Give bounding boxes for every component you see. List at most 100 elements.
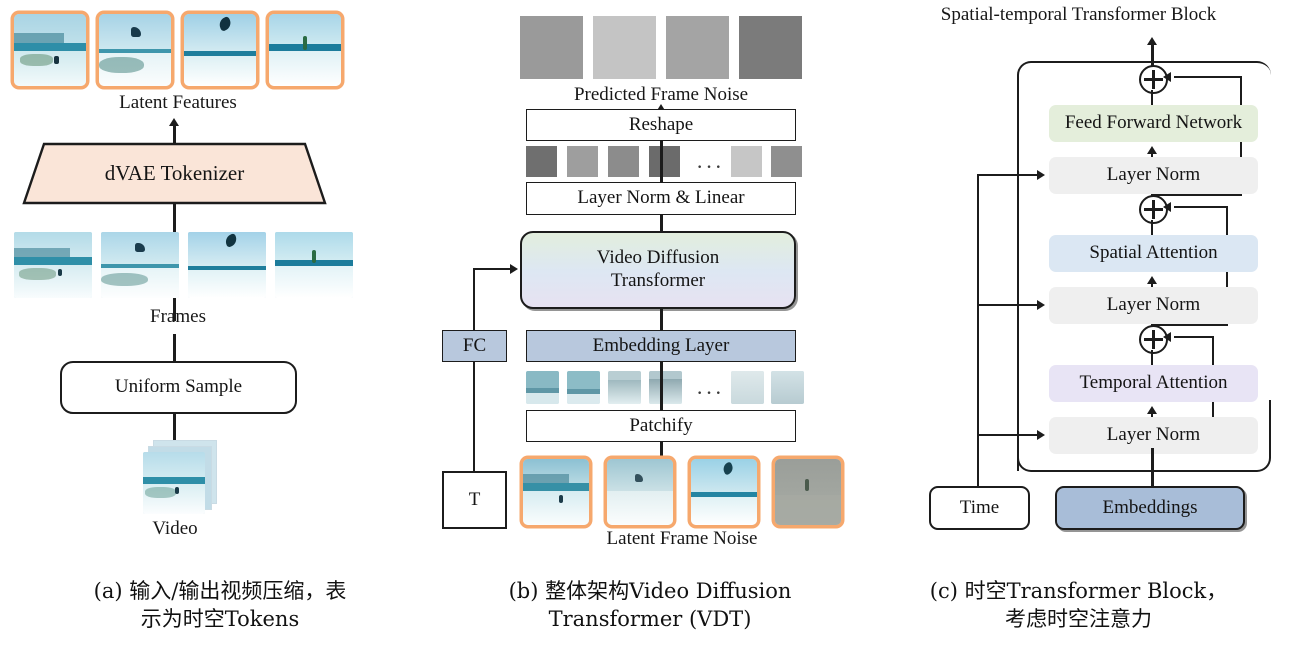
connector-time-to-ln3	[977, 174, 1039, 177]
video-thumb	[143, 452, 205, 514]
token-ellipsis: ···	[696, 154, 724, 179]
panel-c-caption-line2: 考虑时空注意力	[1005, 606, 1152, 631]
arrow-time-to-ln3	[1037, 170, 1045, 180]
connector-tokens-through	[660, 141, 663, 183]
predicted-noise-tile-4	[739, 16, 802, 79]
vdt-label-line1: Video Diffusion	[596, 247, 720, 269]
arrow-fc-to-vdt	[510, 264, 518, 274]
predicted-noise-tile-1	[520, 16, 583, 79]
latent-frame-noise-label: Latent Frame Noise	[606, 528, 758, 549]
feed-forward-network-label: Feed Forward Network	[1064, 112, 1243, 134]
frame-thumb-2	[101, 232, 179, 298]
layer-norm-2-box: Layer Norm	[1049, 287, 1258, 324]
connector-uniform-to-frames	[173, 334, 176, 362]
panel-a-caption-line1: (a) 输入/输出视频压缩，表	[93, 579, 347, 603]
connector-time-to-ln2	[977, 304, 1039, 307]
connector-time-to-ln1	[977, 434, 1039, 437]
spatial-attention-label: Spatial Attention	[1089, 242, 1218, 264]
latent-feature-thumb-4	[269, 14, 341, 86]
arrow-skip3-to-adder-top	[1163, 72, 1171, 82]
connector-latentnoise-to-patchify	[660, 442, 663, 460]
fc-box: FC	[442, 330, 507, 362]
token-tile-2	[567, 146, 598, 177]
panel-b-caption-line2: Transformer (VDT)	[548, 606, 752, 631]
temporal-attention-label: Temporal Attention	[1079, 372, 1228, 394]
video-diffusion-transformer-box: Video Diffusion Transformer	[520, 231, 796, 309]
frames-label: Frames	[150, 306, 206, 327]
patch-thumb-4	[649, 371, 682, 404]
connector-patchify-up	[660, 362, 663, 410]
predicted-noise-tile-3	[666, 16, 729, 79]
arrow-skip2-to-adder-middle	[1163, 202, 1171, 212]
patch-thumb-5	[731, 371, 764, 404]
token-tile-5	[731, 146, 762, 177]
uniform-sample-box: Uniform Sample	[60, 361, 297, 414]
layer-norm-3-label: Layer Norm	[1106, 164, 1201, 186]
embeddings-box: Embeddings	[1055, 486, 1245, 530]
frame-thumb-3	[188, 232, 266, 298]
panel-c-caption: (c) 时空Transformer Block， 考虑时空注意力	[860, 578, 1297, 633]
dvae-tokenizer-shape: dVAE Tokenizer	[22, 142, 327, 205]
connector-skip3-to-adder-top	[1174, 76, 1242, 79]
layer-norm-linear-label: Layer Norm & Linear	[577, 187, 745, 209]
patch-ellipsis: ···	[696, 380, 724, 405]
panel-a-input-output-compression: Latent Features dVAE Tokenizer Frames Un…	[0, 0, 440, 652]
vdt-label-line2: Transformer	[610, 270, 706, 291]
token-tile-6	[771, 146, 802, 177]
connector-temporal-to-adder-bottom	[1151, 350, 1154, 366]
connector-fc-to-vdt	[473, 268, 511, 271]
connector-skip1-to-adder-bottom	[1174, 336, 1214, 339]
connector-spatial-to-adder-middle	[1151, 220, 1154, 236]
latent-frame-noise-thumb-4	[775, 459, 841, 525]
predicted-noise-tile-2	[593, 16, 656, 79]
latent-frame-noise-thumb-1	[523, 459, 589, 525]
layer-norm-3-box: Layer Norm	[1049, 157, 1258, 194]
time-box: Time	[929, 486, 1030, 530]
panel-b-caption-line1: (b) 整体架构Video Diffusion	[508, 579, 792, 603]
reshape-label: Reshape	[628, 113, 694, 135]
connector-time-up	[977, 174, 980, 501]
patch-thumb-6	[771, 371, 804, 404]
connector-embedding-to-vdt	[660, 309, 663, 331]
embeddings-label: Embeddings	[1102, 496, 1198, 518]
panel-b-vdt-architecture: Predicted Frame Noise Reshape ··· Layer …	[440, 0, 860, 652]
connector-t-to-fc	[473, 362, 476, 472]
timestep-box: T	[442, 471, 507, 529]
timestep-label: T	[468, 488, 481, 510]
reshape-box: Reshape	[526, 109, 796, 141]
patch-thumb-1	[526, 371, 559, 404]
uniform-sample-label: Uniform Sample	[114, 376, 243, 398]
latent-feature-thumb-1	[14, 14, 86, 86]
panel-a-caption: (a) 输入/输出视频压缩，表 示为时空Tokens	[0, 578, 440, 633]
arrow-time-to-ln2	[1037, 300, 1045, 310]
layer-norm-2-label: Layer Norm	[1106, 294, 1201, 316]
token-tile-3	[608, 146, 639, 177]
token-tile-1	[526, 146, 557, 177]
video-label: Video	[152, 518, 198, 539]
token-tile-4	[649, 146, 680, 177]
patchify-box: Patchify	[526, 410, 796, 442]
latent-frame-noise-thumb-2	[607, 459, 673, 525]
connector-skip3-base	[1151, 194, 1242, 197]
connector-vdt-to-ln-linear	[660, 215, 663, 232]
connector-ffn-to-adder-top	[1151, 90, 1154, 106]
patch-thumb-2	[567, 371, 600, 404]
temporal-attention-box: Temporal Attention	[1049, 365, 1258, 402]
latent-frame-noise-thumb-3	[691, 459, 757, 525]
arrow-skip1-to-adder-bottom	[1163, 332, 1171, 342]
embedding-layer-box: Embedding Layer	[526, 330, 796, 362]
embedding-layer-label: Embedding Layer	[592, 334, 730, 356]
arrow-dvae-to-latent	[169, 118, 179, 126]
panel-c-caption-line1: (c) 时空Transformer Block，	[929, 579, 1228, 603]
latent-feature-thumb-3	[184, 14, 256, 86]
layer-norm-linear-box: Layer Norm & Linear	[526, 182, 796, 215]
panel-b-caption: (b) 整体架构Video Diffusion Transformer (VDT…	[440, 578, 860, 633]
latent-features-label: Latent Features	[119, 92, 237, 113]
arrow-time-to-ln1	[1037, 430, 1045, 440]
connector-skip2-to-adder-middle	[1174, 206, 1228, 209]
frame-thumb-1	[14, 232, 92, 298]
latent-feature-thumb-2	[99, 14, 171, 86]
patch-thumb-3	[608, 371, 641, 404]
connector-skip2-base	[1151, 324, 1228, 327]
feed-forward-network-box: Feed Forward Network	[1049, 105, 1258, 142]
